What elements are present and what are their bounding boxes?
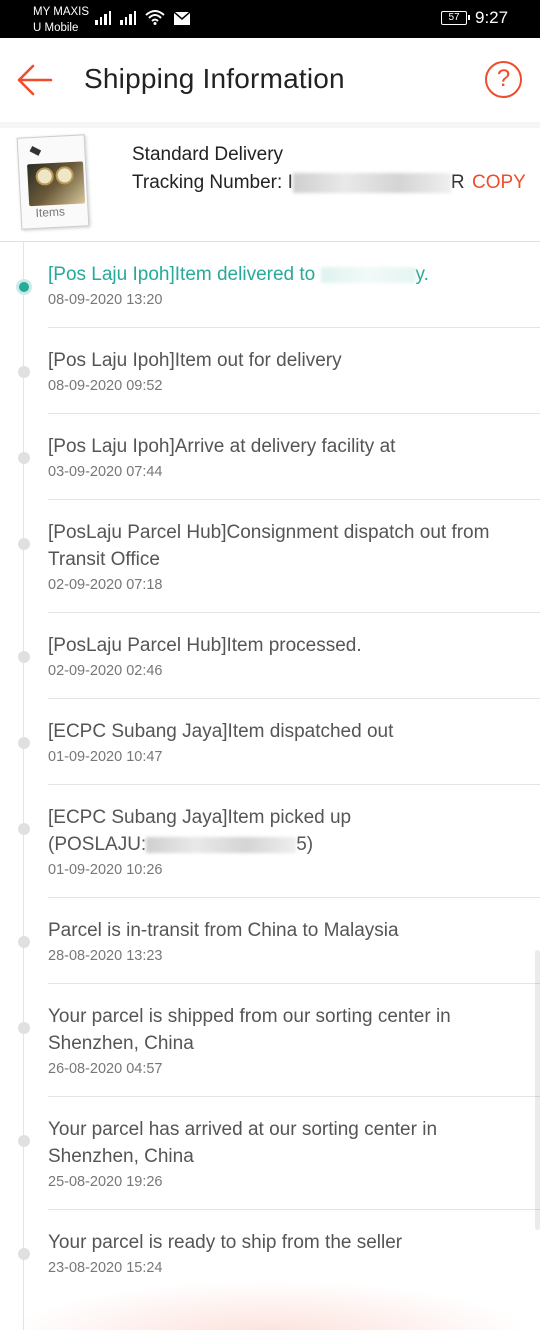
status-icons — [95, 9, 190, 25]
event-time: 01-09-2020 10:47 — [48, 749, 163, 765]
event-description-suffix: 5) — [296, 834, 314, 855]
timeline-event: [PosLaju Parcel Hub]Consignment dispatch… — [18, 500, 540, 613]
event-time: 02-09-2020 02:46 — [48, 663, 163, 679]
page-title: Shipping Information — [84, 63, 345, 94]
timeline-dot — [18, 366, 30, 378]
timeline-event: Your parcel is ready to ship from the se… — [18, 1210, 540, 1295]
thumbnail-label: Items — [35, 204, 66, 220]
event-description: [PosLaju Parcel Hub]Item processed. — [48, 635, 362, 656]
event-description-tail: y. — [415, 264, 429, 285]
timeline-dot — [18, 1022, 30, 1034]
redacted-consignment — [146, 836, 297, 853]
redacted-recipient — [320, 266, 416, 283]
event-description: Your parcel is ready to ship from the se… — [48, 1232, 403, 1253]
timeline-event: Your parcel has arrived at our sorting c… — [18, 1097, 540, 1210]
timeline-event: [Pos Laju Ipoh]Item delivered to y. 08-0… — [16, 242, 540, 328]
event-time: 25-08-2020 19:26 — [48, 1174, 163, 1190]
event-description-line: [ECPC Subang Jaya]Item picked up — [48, 807, 352, 828]
event-time: 23-08-2020 15:24 — [48, 1260, 163, 1276]
timeline-dot — [18, 737, 30, 749]
event-description: [PosLaju Parcel Hub]Consignment dispatch… — [48, 522, 490, 570]
event-description: Your parcel has arrived at our sorting c… — [48, 1119, 438, 1167]
status-bar: MY MAXIS U Mobile 57 9:27 — [0, 0, 540, 38]
event-description-line: (POSLAJU: 5) — [48, 831, 510, 858]
timeline-event: [Pos Laju Ipoh]Item out for delivery 08-… — [18, 328, 540, 414]
tracking-number: IR — [288, 172, 465, 193]
timeline-line — [23, 242, 24, 1330]
timeline-dot — [18, 452, 30, 464]
signal-icon — [120, 9, 136, 25]
carrier-info: MY MAXIS U Mobile — [33, 4, 89, 36]
event-time: 08-09-2020 13:20 — [48, 292, 163, 308]
brand-logo-icon — [29, 145, 42, 156]
mail-icon — [174, 12, 190, 25]
event-time: 08-09-2020 09:52 — [48, 378, 163, 394]
copy-button[interactable]: COPY — [472, 172, 526, 194]
battery-icon: 57 — [441, 11, 470, 25]
app-header: Shipping Information ? — [0, 38, 540, 122]
event-description: Your parcel is shipped from our sorting … — [48, 1006, 451, 1054]
timeline-dot — [18, 1248, 30, 1260]
help-button[interactable]: ? — [485, 61, 522, 98]
event-time: 26-08-2020 04:57 — [48, 1061, 163, 1077]
timeline-dot — [18, 538, 30, 550]
event-description: [Pos Laju Ipoh]Item delivered to y. — [48, 261, 540, 288]
timeline-dot — [18, 936, 30, 948]
signal-icon — [95, 9, 111, 25]
tracking-timeline: [Pos Laju Ipoh]Item delivered to y. 08-0… — [0, 242, 540, 1330]
wifi-icon — [145, 10, 165, 25]
tracking-label: Tracking Number: — [132, 172, 283, 193]
event-description: [Pos Laju Ipoh]Item out for delivery — [48, 350, 342, 371]
event-description: Parcel is in-transit from China to Malay… — [48, 920, 399, 941]
product-thumbnail[interactable]: Items — [16, 134, 90, 230]
event-description-prefix: (POSLAJU: — [48, 834, 147, 855]
timeline-dot-active — [16, 279, 32, 295]
timeline-event: [PosLaju Parcel Hub]Item processed. 02-0… — [18, 613, 540, 699]
tracking-number-suffix: R — [450, 172, 465, 193]
delivery-type: Standard Delivery — [132, 144, 284, 165]
carrier-primary: MY MAXIS — [33, 6, 90, 18]
package-card: Items Standard Delivery Tracking Number:… — [0, 122, 540, 242]
timeline-event: Your parcel is shipped from our sorting … — [18, 984, 540, 1097]
timeline-event: [Pos Laju Ipoh]Arrive at delivery facili… — [18, 414, 540, 500]
status-time: 9:27 — [475, 8, 509, 27]
timeline-dot — [18, 823, 30, 835]
event-description: [ECPC Subang Jaya]Item picked up (POSLAJ… — [48, 804, 540, 858]
event-time: 03-09-2020 07:44 — [48, 464, 163, 480]
timeline-dot — [18, 651, 30, 663]
event-description: [Pos Laju Ipoh]Arrive at delivery facili… — [48, 436, 396, 457]
timeline-dot — [18, 1135, 30, 1147]
timeline-event: [ECPC Subang Jaya]Item dispatched out 01… — [18, 699, 540, 785]
question-mark-icon: ? — [496, 65, 511, 92]
scrollbar[interactable] — [535, 950, 540, 1230]
timeline-event: [ECPC Subang Jaya]Item picked up (POSLAJ… — [18, 785, 540, 898]
back-button[interactable] — [14, 60, 58, 100]
redacted-tracking — [292, 172, 451, 193]
carrier-secondary: U Mobile — [33, 22, 79, 34]
event-time: 02-09-2020 07:18 — [48, 577, 163, 593]
arrow-left-icon — [17, 64, 53, 96]
event-time: 01-09-2020 10:26 — [48, 862, 163, 878]
event-time: 28-08-2020 13:23 — [48, 948, 163, 964]
event-description-text: [Pos Laju Ipoh]Item delivered to — [48, 264, 316, 285]
tracking-number-row: Tracking Number: IR — [132, 172, 465, 194]
product-box-image — [27, 161, 86, 207]
event-description: [ECPC Subang Jaya]Item dispatched out — [48, 721, 394, 742]
timeline-event: Parcel is in-transit from China to Malay… — [18, 898, 540, 984]
